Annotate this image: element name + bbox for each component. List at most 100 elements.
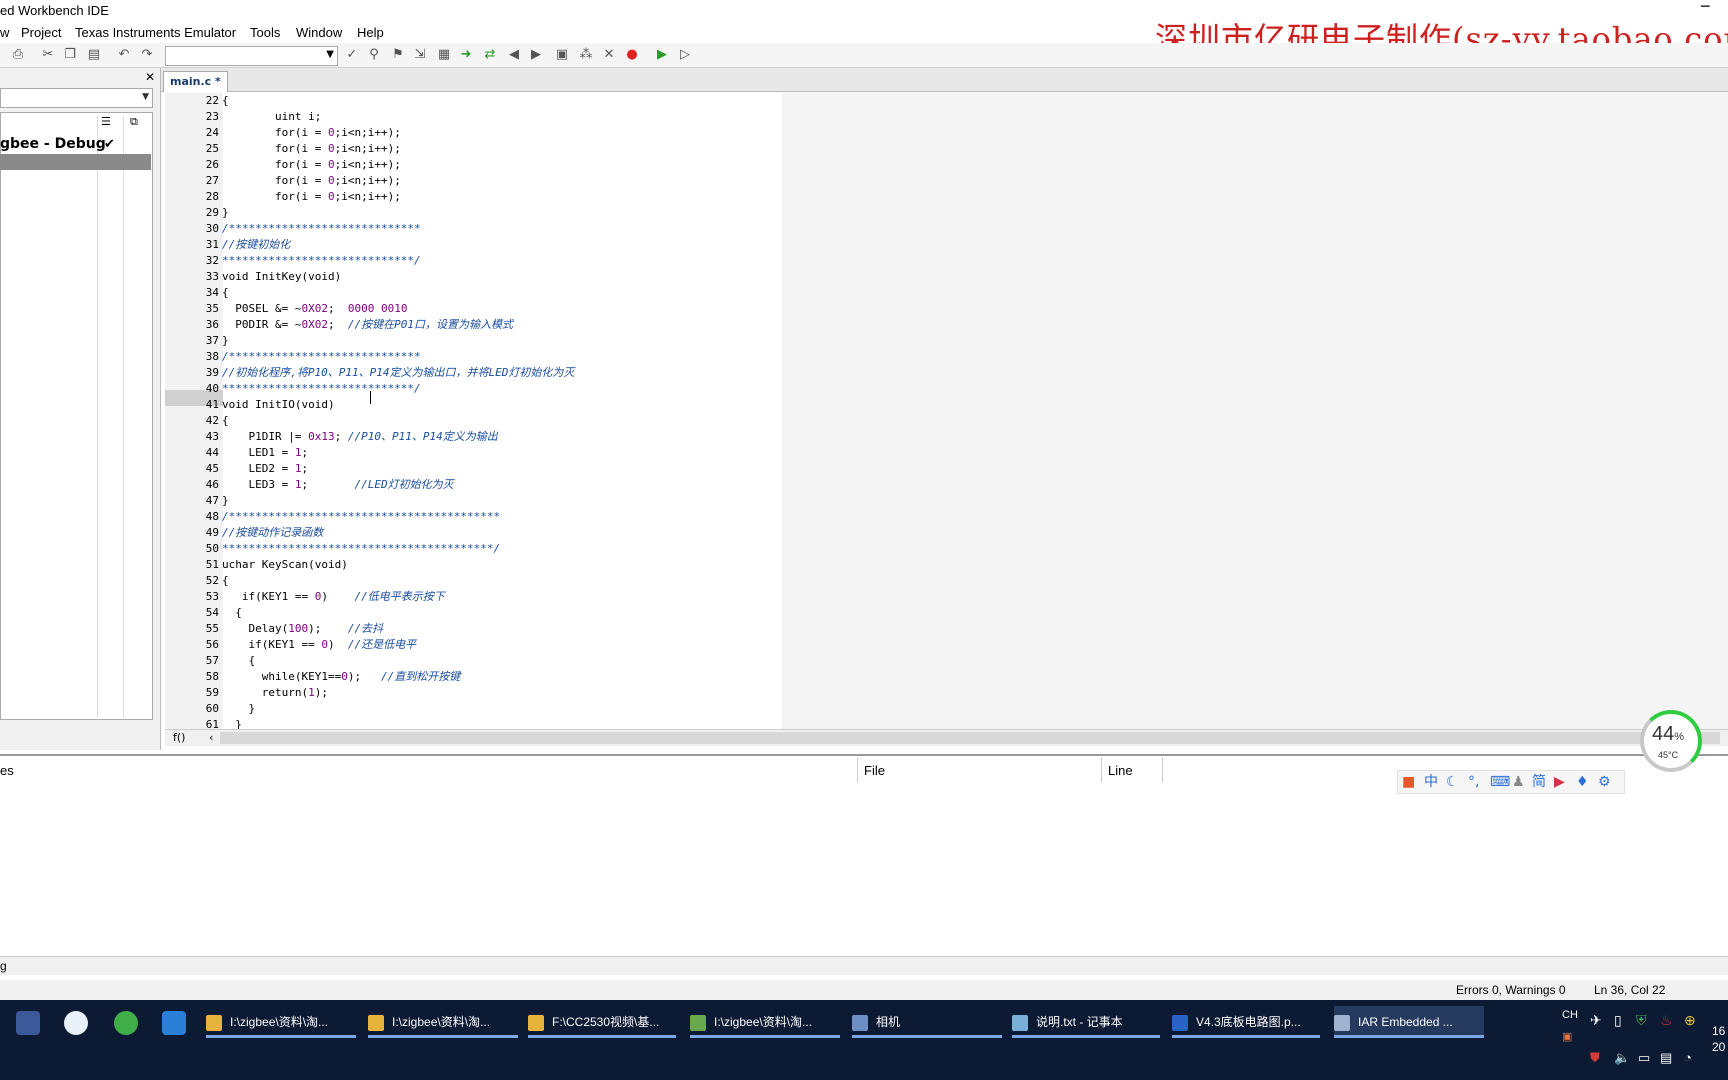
- code-line[interactable]: void InitIO(void): [222, 397, 335, 413]
- keyboard-icon[interactable]: ⌨: [1490, 774, 1510, 790]
- find-icon[interactable]: ⚲: [366, 47, 382, 63]
- cpu-gauge[interactable]: 44% 45°C: [1640, 710, 1702, 772]
- code-line[interactable]: }: [222, 493, 229, 509]
- menu-ti-emulator[interactable]: Texas Instruments Emulator: [75, 25, 236, 40]
- code-line[interactable]: P0DIR &= ~0X02; //按键在P01口，设置为输入模式: [222, 317, 513, 333]
- code-line[interactable]: for(i = 0;i<n;i++);: [222, 125, 401, 141]
- code-line[interactable]: P1DIR |= 0x13; //P10、P11、P14定义为输出: [222, 429, 497, 445]
- code-line[interactable]: //按键初始化: [222, 237, 290, 253]
- files-column-icon[interactable]: ☰: [101, 115, 111, 128]
- download-debug-icon[interactable]: ▶: [654, 47, 670, 63]
- code-line[interactable]: //初始化程序,将P10、P11、P14定义为输出口，并将LED灯初始化为灭: [222, 365, 574, 381]
- toggle-breakpoint-red-icon[interactable]: ●: [624, 47, 640, 63]
- project-name[interactable]: gbee - Debug: [0, 136, 106, 152]
- app-tray-icon[interactable]: ▣: [1562, 1030, 1572, 1043]
- workspace-config-combo[interactable]: ▼: [0, 88, 153, 108]
- toolbar-search-combo[interactable]: ▼: [165, 46, 338, 66]
- code-line[interactable]: for(i = 0;i<n;i++);: [222, 189, 401, 205]
- code-line[interactable]: {: [222, 573, 229, 589]
- security-icon[interactable]: ⛨: [1636, 1012, 1647, 1029]
- battery-icon[interactable]: ▭: [1638, 1050, 1650, 1066]
- code-line[interactable]: *****************************/: [222, 381, 421, 397]
- code-line[interactable]: void InitKey(void): [222, 269, 341, 285]
- undo-icon[interactable]: ↶: [116, 47, 132, 63]
- file-column-header[interactable]: File: [864, 763, 885, 778]
- taskbar-item-notepad[interactable]: 说明.txt - 记事本: [1012, 1006, 1160, 1038]
- clock-time[interactable]: 16: [1712, 1024, 1725, 1038]
- code-line[interactable]: for(i = 0;i<n;i++);: [222, 173, 401, 189]
- navigate-forward-icon[interactable]: ▶: [528, 47, 544, 63]
- code-line[interactable]: LED2 = 1;: [222, 461, 308, 477]
- browser-icon[interactable]: [114, 1011, 138, 1035]
- messages-column-header[interactable]: es: [0, 763, 14, 778]
- building-app-icon[interactable]: [16, 1011, 40, 1035]
- ime-chinese-mode[interactable]: 中: [1424, 774, 1438, 790]
- menu-view[interactable]: w: [0, 25, 9, 40]
- code-line[interactable]: for(i = 0;i<n;i++);: [222, 141, 401, 157]
- code-line[interactable]: }: [222, 205, 229, 221]
- wifi-icon[interactable]: ◔: [1684, 1050, 1692, 1065]
- taskbar-item-explorer-3[interactable]: F:\CC2530视频\基...: [528, 1006, 676, 1038]
- function-navigator-icon[interactable]: f(): [173, 731, 185, 744]
- code-line[interactable]: }: [222, 333, 229, 349]
- gear-icon[interactable]: ⚙: [1598, 774, 1611, 790]
- code-line[interactable]: if(KEY1 == 0) //还是低电平: [222, 637, 416, 653]
- code-line[interactable]: {: [222, 653, 255, 669]
- taskbar-item-visio[interactable]: V4.3底板电路图.p...: [1172, 1006, 1320, 1038]
- taskbar-item-camera[interactable]: 相机: [852, 1006, 1002, 1038]
- moon-icon[interactable]: ☾: [1446, 774, 1459, 790]
- volume-icon[interactable]: 🔈: [1614, 1050, 1630, 1066]
- code-line[interactable]: {: [222, 285, 229, 301]
- code-line[interactable]: {: [222, 413, 229, 429]
- tree-selected-row[interactable]: [0, 154, 151, 170]
- build-tab-label[interactable]: g: [0, 959, 7, 973]
- code-line[interactable]: {: [222, 605, 242, 621]
- code-line[interactable]: while(KEY1==0); //直到松开按键: [222, 669, 460, 685]
- code-line[interactable]: Delay(100); //去抖: [222, 621, 383, 637]
- menu-project[interactable]: Project: [21, 25, 61, 40]
- stop-build-icon[interactable]: ✕: [601, 47, 617, 63]
- taskbar-item-explorer-2[interactable]: I:\zigbee\资料\淘...: [368, 1006, 518, 1038]
- code-line[interactable]: for(i = 0;i<n;i++);: [222, 157, 401, 173]
- app-icon[interactable]: [64, 1011, 88, 1035]
- code-line[interactable]: uchar KeyScan(void): [222, 557, 348, 573]
- tab-main-c[interactable]: main.c *: [163, 71, 228, 92]
- goto-icon[interactable]: ⇲: [412, 47, 428, 63]
- cut-icon[interactable]: ✂: [40, 47, 56, 63]
- ime-logo-icon[interactable]: ■: [1402, 774, 1415, 790]
- rebuild-icon[interactable]: ⁂: [578, 47, 594, 63]
- next-bookmark-icon[interactable]: ➜: [458, 47, 474, 63]
- alert-tray-icon[interactable]: ♨: [1660, 1012, 1673, 1029]
- taskbar-item-image[interactable]: I:\zigbee\资料\淘...: [690, 1006, 840, 1038]
- navigate-back-icon[interactable]: ◀: [506, 47, 522, 63]
- editor-horizontal-scrollbar[interactable]: f() ‹: [165, 729, 1728, 746]
- code-line[interactable]: P0SEL &= ~0X02; 0000 0010: [222, 301, 407, 317]
- line-column-header[interactable]: Line: [1108, 763, 1133, 778]
- menu-window[interactable]: Window: [296, 25, 342, 40]
- code-line[interactable]: *****************************/: [222, 253, 421, 269]
- airplane-icon[interactable]: ✈: [1590, 1012, 1602, 1029]
- compile-icon[interactable]: ▦: [436, 47, 452, 63]
- punctuation-icon[interactable]: °,: [1468, 774, 1479, 790]
- code-line[interactable]: /*****************************: [222, 349, 421, 365]
- taskbar-item-iar[interactable]: IAR Embedded ...: [1334, 1006, 1484, 1038]
- toggle-breakpoint-icon[interactable]: ✓: [344, 47, 360, 63]
- user-icon[interactable]: ♟: [1512, 774, 1525, 790]
- debug-without-download-icon[interactable]: ▷: [677, 47, 693, 63]
- prev-bookmark-icon[interactable]: ⇄: [482, 47, 498, 63]
- copy-icon[interactable]: ❐: [62, 47, 78, 63]
- usb-icon[interactable]: ▯: [1614, 1012, 1622, 1029]
- menu-tools[interactable]: Tools: [250, 25, 280, 40]
- vscode-icon[interactable]: [162, 1011, 186, 1035]
- plus-tray-icon[interactable]: ⊕: [1684, 1012, 1696, 1029]
- code-line[interactable]: /*****************************: [222, 221, 421, 237]
- redo-icon[interactable]: ↷: [139, 47, 155, 63]
- bookmark-icon[interactable]: ⚑: [390, 47, 406, 63]
- code-line[interactable]: //按键动作记录函数: [222, 525, 323, 541]
- shield-icon[interactable]: ⛊: [1590, 1050, 1600, 1066]
- code-line[interactable]: /***************************************…: [222, 509, 500, 525]
- scrollbar-thumb[interactable]: [220, 732, 1720, 744]
- close-icon[interactable]: ✕: [145, 70, 155, 84]
- menu-help[interactable]: Help: [357, 25, 384, 40]
- ime-simplified-mode[interactable]: 简: [1532, 774, 1546, 790]
